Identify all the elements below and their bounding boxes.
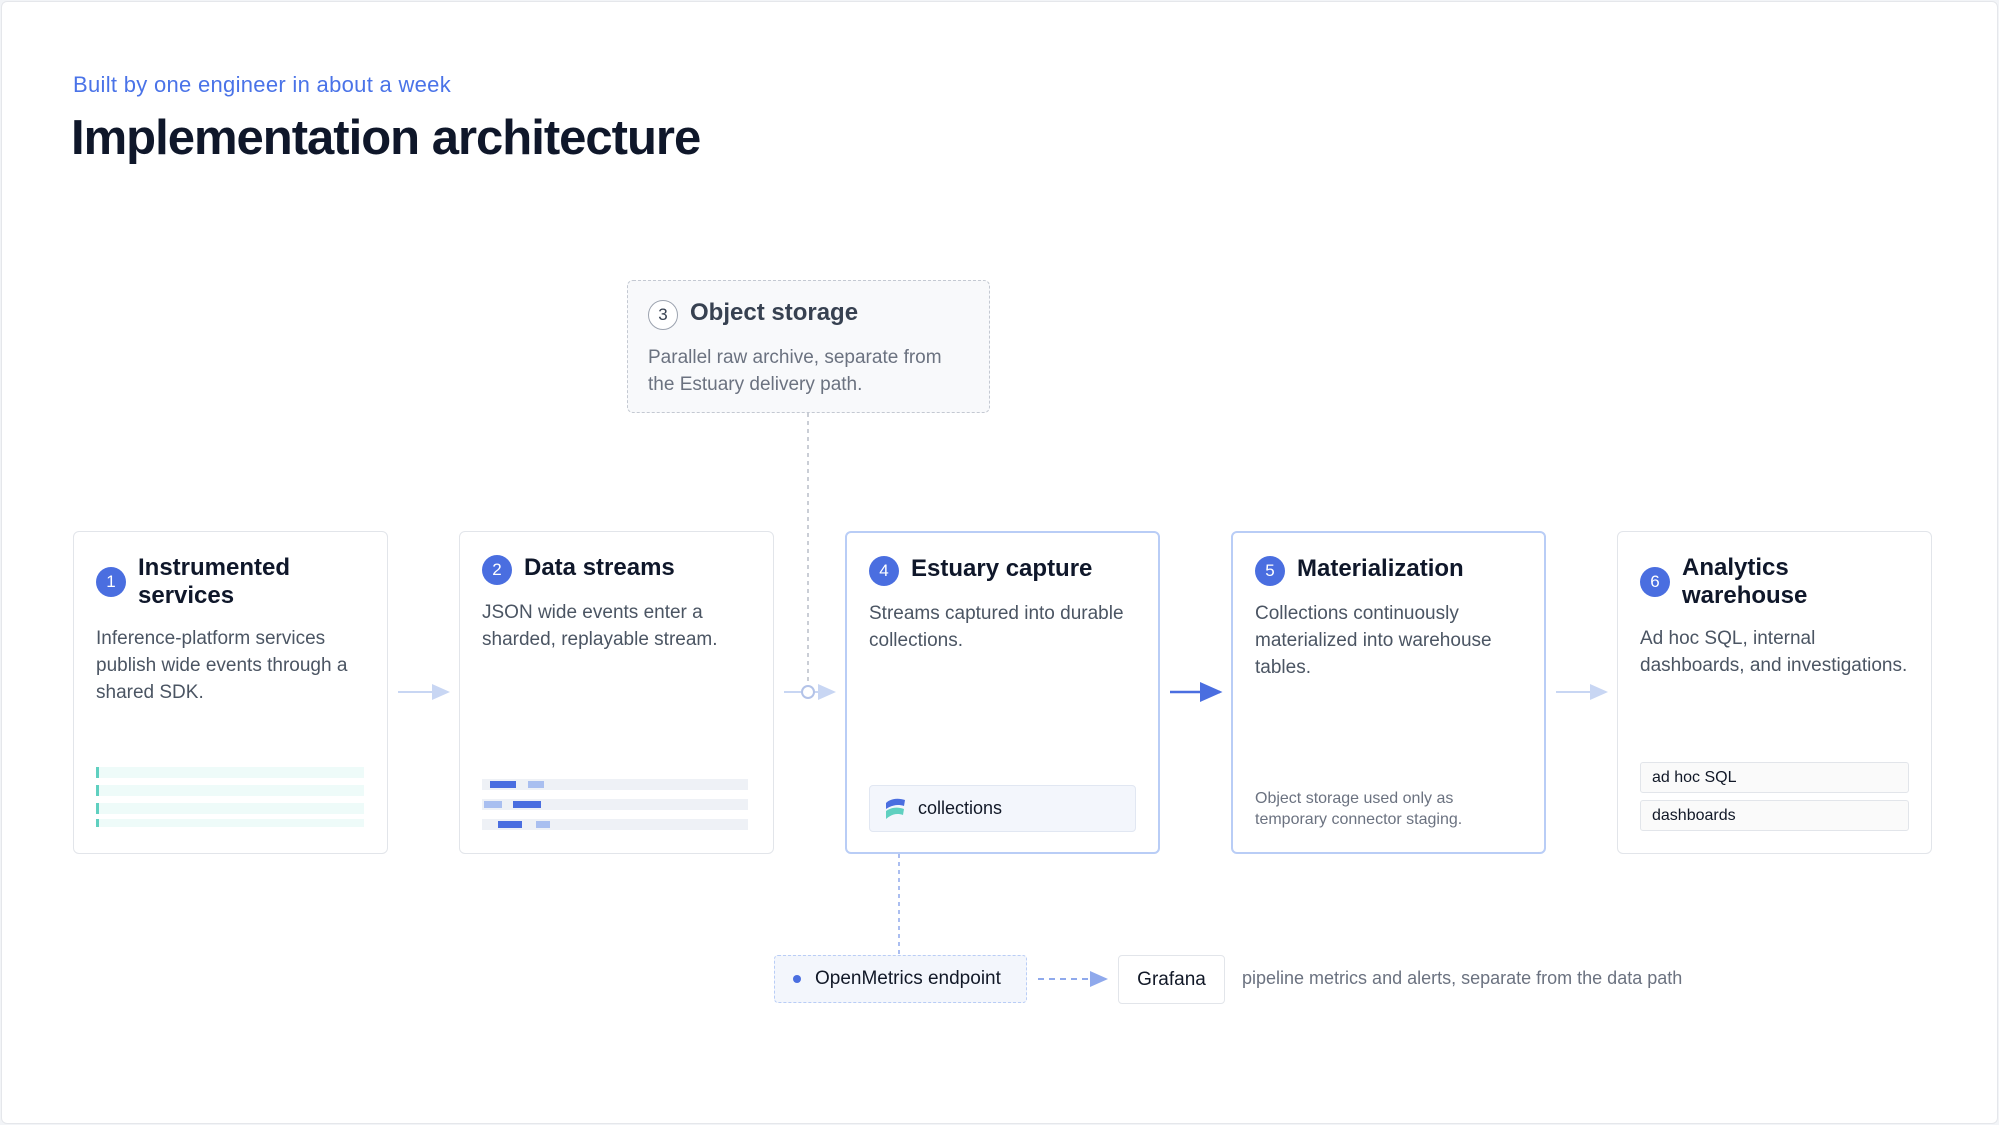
diagram-canvas: Built by one engineer in about a week Im… [1,1,1998,1124]
branch-junction-icon [801,685,815,699]
connectors-layer [398,413,1608,987]
